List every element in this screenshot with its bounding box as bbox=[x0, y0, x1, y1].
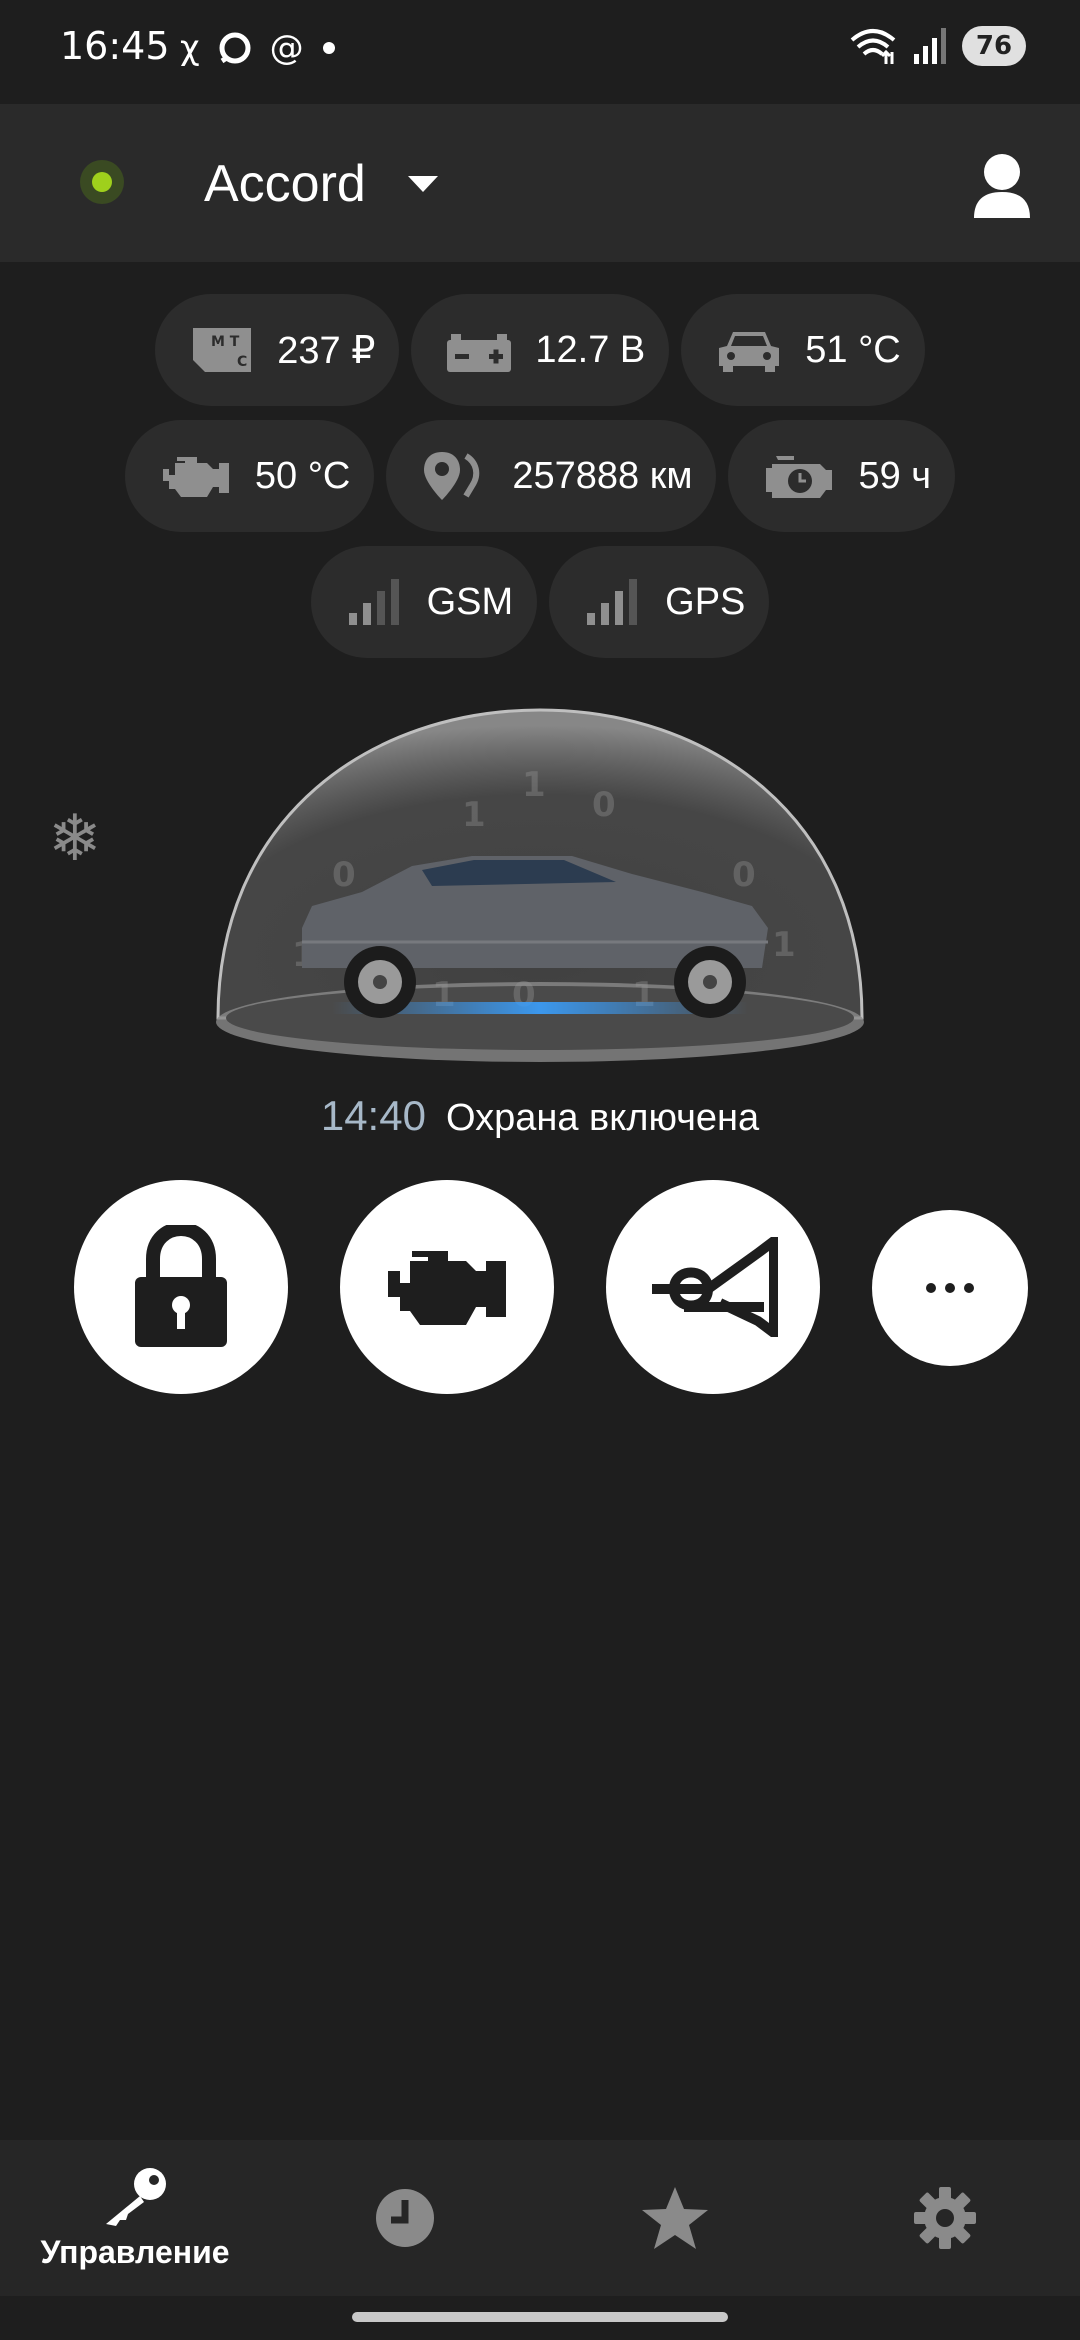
svg-text:1: 1 bbox=[522, 765, 546, 805]
gsm-signal-icon bbox=[348, 579, 399, 625]
cabin-temp-value: 51 °C bbox=[805, 328, 901, 371]
svg-text:M T: M T bbox=[211, 334, 240, 350]
more-icon bbox=[926, 1283, 974, 1293]
engine-temp-value: 50 °C bbox=[254, 454, 351, 497]
chips-row-3: GSM GPS bbox=[0, 546, 1080, 658]
voltage-value: 12.7 В bbox=[535, 328, 646, 371]
lock-icon bbox=[135, 1225, 227, 1347]
home-indicator[interactable] bbox=[352, 2312, 728, 2322]
balance-chip[interactable]: M T C 237 ₽ bbox=[155, 294, 400, 406]
gps-label: GPS bbox=[665, 580, 746, 623]
chat-icon bbox=[219, 32, 251, 64]
security-time: 14:40 bbox=[320, 1092, 426, 1139]
app-bar: Accord bbox=[0, 104, 1080, 262]
system-icons: 76 bbox=[848, 26, 1026, 66]
engine-hours-chip[interactable]: 59 ч bbox=[728, 420, 956, 532]
gsm-chip[interactable]: GSM bbox=[310, 546, 538, 658]
chips-row-2: 50 °C 257888 км 59 ч bbox=[0, 420, 1080, 532]
chips-row-1: M T C 237 ₽ 12.7 В 51 °C bbox=[0, 294, 1080, 406]
svg-text:C: C bbox=[237, 354, 247, 370]
sim-card-icon: M T C bbox=[193, 328, 252, 372]
history-icon bbox=[376, 2189, 434, 2247]
settings-icon bbox=[914, 2187, 976, 2249]
signal-icon bbox=[914, 28, 946, 64]
horn-button[interactable] bbox=[606, 1180, 820, 1394]
gsm-label: GSM bbox=[426, 580, 514, 623]
clock: 16:45 bbox=[60, 24, 170, 68]
status-bar: 16:45 χ @ 76 bbox=[0, 0, 1080, 104]
car-selector[interactable]: Accord bbox=[204, 154, 366, 214]
engine-hours-icon bbox=[766, 456, 833, 498]
cabin-temp-chip[interactable]: 51 °C bbox=[681, 294, 925, 406]
notification-icons: χ @ bbox=[180, 28, 336, 68]
route-pin-icon bbox=[424, 452, 480, 500]
snowflake-icon: ❄ bbox=[48, 802, 102, 876]
svg-text:0: 0 bbox=[732, 855, 756, 895]
battery-indicator: 76 bbox=[962, 26, 1026, 66]
more-actions-button[interactable] bbox=[872, 1210, 1028, 1366]
nav-control-label: Управление bbox=[40, 2233, 230, 2270]
nav-control[interactable]: Управление bbox=[0, 2140, 270, 2296]
dropdown-arrow-icon[interactable] bbox=[406, 174, 440, 194]
gps-chip[interactable]: GPS bbox=[549, 546, 770, 658]
balance-value: 237 ₽ bbox=[277, 329, 376, 372]
svg-text:0: 0 bbox=[332, 855, 356, 895]
bottom-navigation: Управление bbox=[0, 2140, 1080, 2296]
car-security-dome[interactable]: 101 010 100 101 bbox=[212, 706, 868, 1070]
engine-hours-value: 59 ч bbox=[858, 454, 932, 497]
engine-icon bbox=[162, 457, 229, 497]
mileage-chip[interactable]: 257888 км bbox=[386, 420, 717, 532]
svg-text:1: 1 bbox=[462, 795, 486, 835]
voltage-chip[interactable]: 12.7 В bbox=[411, 294, 670, 406]
key-icon bbox=[106, 2167, 166, 2226]
svg-text:0: 0 bbox=[592, 785, 616, 825]
security-status-text: Охрана включена bbox=[445, 1097, 760, 1139]
svg-text:1: 1 bbox=[772, 925, 796, 965]
profile-icon[interactable] bbox=[972, 152, 1032, 220]
favorites-icon bbox=[642, 2187, 708, 2249]
wifi-icon bbox=[850, 29, 896, 64]
nav-favorites[interactable] bbox=[540, 2140, 810, 2296]
engine-start-button[interactable] bbox=[340, 1180, 554, 1394]
engine-icon bbox=[388, 1251, 506, 1325]
battery-icon bbox=[447, 334, 512, 372]
nav-settings[interactable] bbox=[810, 2140, 1080, 2296]
mileage-value: 257888 км bbox=[512, 454, 693, 497]
gps-signal-icon bbox=[587, 579, 638, 625]
nav-history[interactable] bbox=[270, 2140, 540, 2296]
dot-icon bbox=[322, 42, 335, 54]
engine-temp-chip[interactable]: 50 °C bbox=[124, 420, 375, 532]
x-icon: χ bbox=[180, 28, 200, 68]
lock-button[interactable] bbox=[74, 1180, 288, 1394]
at-icon: @ bbox=[269, 28, 304, 68]
car-icon bbox=[719, 332, 780, 372]
online-status-indicator bbox=[80, 160, 124, 204]
horn-icon bbox=[652, 1237, 778, 1337]
security-status: 14:40 Охрана включена bbox=[0, 1092, 1080, 1140]
